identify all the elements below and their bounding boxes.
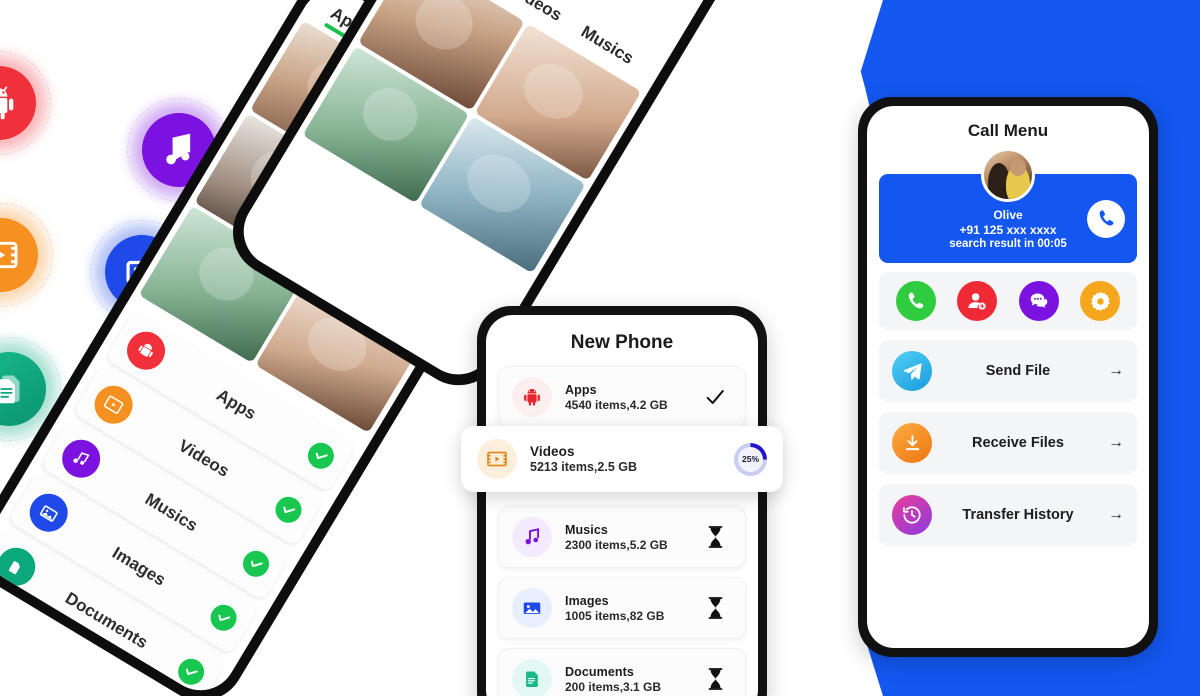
add-contact-icon[interactable] xyxy=(957,281,998,321)
progress-ring: 25% xyxy=(734,442,767,476)
category-name: Videos xyxy=(530,444,575,459)
category-meta: 2300 items,5.2 GB xyxy=(565,537,668,552)
row-text: Apps 4540 items,4.2 GB xyxy=(565,383,685,412)
arrow-right-icon: → xyxy=(1108,506,1124,523)
call-button[interactable] xyxy=(1087,199,1125,238)
menu-item-label: Send File xyxy=(985,363,1051,379)
contact-card[interactable]: Olive +91 125 xxx xxxx search result in … xyxy=(879,148,1137,263)
menu-item-label: Receive Files xyxy=(972,435,1064,451)
music-icon xyxy=(512,517,552,557)
checkmark-icon xyxy=(205,599,242,636)
category-meta: 5213 items,2.5 GB xyxy=(530,460,638,474)
table-row[interactable]: Musics 2300 items,5.2 GB xyxy=(498,506,746,568)
call-menu-device: Call Menu Olive +91 125 xxx xxxx search … xyxy=(858,97,1158,657)
image-icon xyxy=(512,588,552,628)
download-icon xyxy=(892,423,932,463)
checkmark-icon xyxy=(173,653,209,690)
avatar xyxy=(981,148,1035,202)
hourglass-icon xyxy=(698,526,732,548)
table-row[interactable]: Apps 4540 items,4.2 GB xyxy=(498,366,746,428)
phone-screen: Call Menu Olive +91 125 xxx xxxx search … xyxy=(867,106,1149,648)
phone-screen: New Phone Apps 4540 items,4.2 GB Musics … xyxy=(486,315,758,696)
row-text: Musics 2300 items,5.2 GB xyxy=(565,523,685,552)
table-row[interactable]: Documents 200 items,3.1 GB xyxy=(498,648,746,696)
category-meta: 200 items,3.1 GB xyxy=(565,679,662,694)
document-icon xyxy=(512,659,552,696)
arrow-right-icon: → xyxy=(1108,434,1124,451)
category-meta: 4540 items,4.2 GB xyxy=(565,397,668,412)
table-row[interactable]: Images 1005 items,82 GB xyxy=(498,577,746,639)
new-phone-device: New Phone Apps 4540 items,4.2 GB Musics … xyxy=(461,306,783,696)
dialer-icon[interactable] xyxy=(895,281,936,321)
video-icon xyxy=(87,378,140,431)
category-name: Apps xyxy=(565,382,597,397)
row-text: Documents 200 items,3.1 GB xyxy=(565,665,685,694)
transfer-list: Apps 4540 items,4.2 GB Musics 2300 items… xyxy=(486,366,758,696)
hourglass-icon xyxy=(698,668,732,690)
menu-item-receive-files[interactable]: Receive Files → xyxy=(879,412,1137,474)
row-text: Videos 5213 items,2.5 GB xyxy=(530,444,721,474)
checkmark-icon xyxy=(303,437,339,474)
active-transfer-row[interactable]: Videos 5213 items,2.5 GB 25% xyxy=(461,426,783,492)
app-screenshot: Apps Images Apps xyxy=(0,0,1200,696)
quick-actions-bar xyxy=(879,272,1137,330)
page-title: Call Menu xyxy=(967,121,1049,140)
progress-label: 25% xyxy=(738,446,763,472)
android-icon xyxy=(119,324,173,377)
send-icon xyxy=(892,351,932,391)
page-title: New Phone xyxy=(570,332,674,353)
history-icon xyxy=(892,495,932,535)
contact-status: search result in 00:05 xyxy=(949,238,1067,250)
android-icon xyxy=(512,377,552,417)
document-icon xyxy=(0,540,43,593)
call-menu-body: Olive +91 125 xxx xxxx search result in … xyxy=(867,148,1149,546)
category-name: Images xyxy=(565,593,609,608)
menu-item-transfer-history[interactable]: Transfer History → xyxy=(879,484,1137,546)
hourglass-icon xyxy=(698,597,732,619)
message-icon[interactable] xyxy=(1018,281,1059,321)
checkmark-icon xyxy=(238,545,274,582)
video-icon xyxy=(477,439,517,479)
menu-item-send-file[interactable]: Send File → xyxy=(879,340,1137,402)
category-name: Documents xyxy=(565,664,634,679)
image-icon xyxy=(22,486,75,539)
arrow-right-icon: → xyxy=(1108,362,1124,379)
checkmark-icon xyxy=(698,386,732,408)
checkmark-icon xyxy=(270,491,307,528)
music-icon xyxy=(55,432,108,485)
category-name: Musics xyxy=(565,522,608,537)
row-text: Images 1005 items,82 GB xyxy=(565,594,685,623)
menu-item-label: Transfer History xyxy=(962,507,1074,523)
category-meta: 1005 items,82 GB xyxy=(565,608,665,623)
settings-icon[interactable] xyxy=(1080,281,1121,321)
